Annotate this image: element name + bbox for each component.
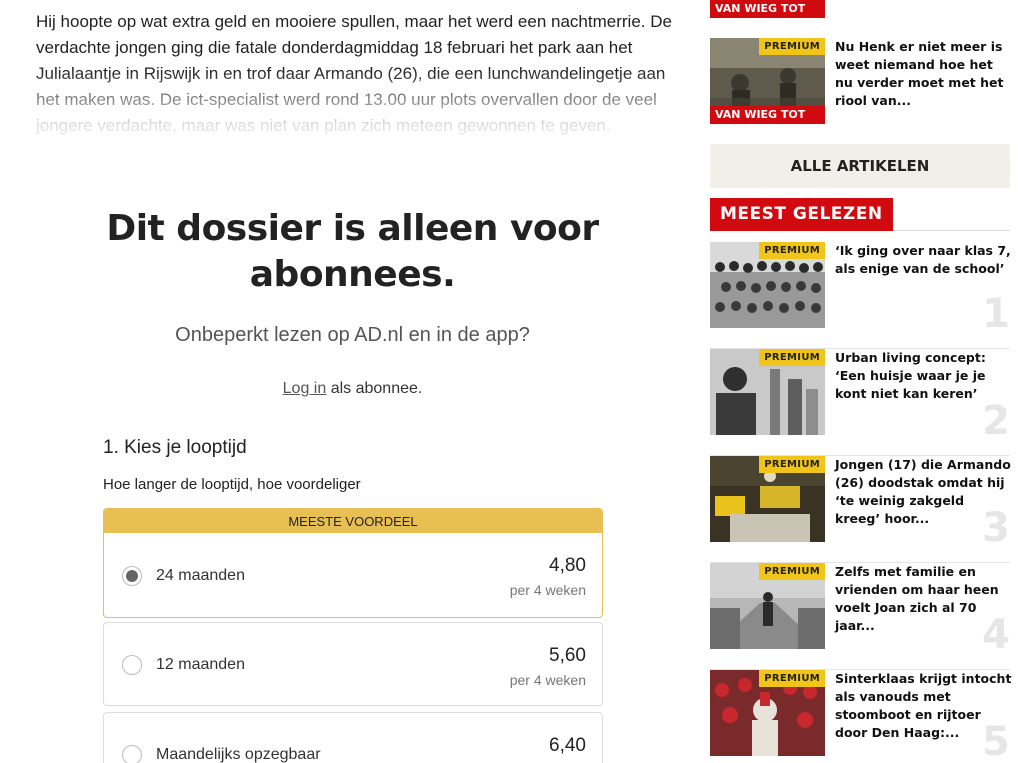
series-tag: VAN WIEG TOT GR... xyxy=(710,0,825,18)
most-read-thumb[interactable]: PREMIUM xyxy=(710,349,825,435)
article-main: Hij hoopte op wat extra geld en mooiere … xyxy=(0,0,700,763)
plan-price: 6,40 xyxy=(549,735,586,756)
plan-12-months[interactable]: 12 maanden 5,60 per 4 weken xyxy=(103,622,603,706)
plan-period: per 4 weken xyxy=(509,582,586,598)
plan-label: Maandelijks opzegbaar xyxy=(156,746,321,763)
most-read-header: MEEST GELEZEN xyxy=(710,198,1010,231)
premium-badge: PREMIUM xyxy=(759,38,825,55)
plan-label: 24 maanden xyxy=(156,567,245,584)
best-value-ribbon: MEESTE VOORDEEL xyxy=(104,509,602,533)
plan-label: 12 maanden xyxy=(156,656,245,673)
rank-number: 4 xyxy=(982,612,1010,658)
paywall-fade xyxy=(0,70,700,170)
most-read-item[interactable]: PREMIUM Urban living concept: ‘Een huisj… xyxy=(710,349,1013,456)
most-read-thumb[interactable]: PREMIUM xyxy=(710,242,825,328)
premium-badge: PREMIUM xyxy=(759,456,825,473)
login-suffix: als abonnee. xyxy=(326,380,423,397)
most-read-thumb[interactable]: PREMIUM xyxy=(710,456,825,542)
most-read-title[interactable]: Urban living concept: ‘Een huisje waar j… xyxy=(835,349,1013,403)
rank-number: 1 xyxy=(982,291,1010,337)
premium-badge: PREMIUM xyxy=(759,670,825,687)
most-read-thumb[interactable]: PREMIUM xyxy=(710,670,825,756)
login-line: Log in als abonnee. xyxy=(60,380,645,398)
most-read-item[interactable]: PREMIUM ‘Ik ging over naar klas 7, als e… xyxy=(710,242,1013,349)
plan-24-months[interactable]: MEESTE VOORDEEL 24 maanden 4,80 per 4 we… xyxy=(103,508,603,618)
plan-price: 4,80 xyxy=(549,555,586,576)
rank-number: 5 xyxy=(982,719,1010,763)
sidebar-thumb[interactable]: VAN WIEG TOT GR... xyxy=(710,0,825,18)
paywall-subtitle: Onbeperkt lezen op AD.nl en in de app? xyxy=(175,324,530,346)
most-read-thumb[interactable]: PREMIUM xyxy=(710,563,825,649)
step-description: Hoe langer de looptijd, hoe voordeliger xyxy=(103,476,361,493)
sidebar: VAN WIEG TOT GR... PREMIUM VAN WIEG TOT … xyxy=(710,0,1013,763)
most-read-item[interactable]: PREMIUM Zelfs met familie en vrienden om… xyxy=(710,563,1010,670)
plan-radio[interactable] xyxy=(122,655,142,675)
most-read-label: MEEST GELEZEN xyxy=(710,198,893,231)
premium-badge: PREMIUM xyxy=(759,349,825,366)
rank-number: 2 xyxy=(982,398,1010,444)
series-tag: VAN WIEG TOT GR... xyxy=(710,106,825,124)
plan-radio[interactable] xyxy=(122,745,142,763)
all-articles-button[interactable]: ALLE ARTIKELEN xyxy=(710,144,1010,188)
sidebar-article-title[interactable]: Nu Henk er niet meer is weet niemand hoe… xyxy=(835,38,1013,110)
paywall-title: Dit dossier is alleen voor abonnees. xyxy=(106,208,599,295)
sidebar-thumb[interactable]: PREMIUM VAN WIEG TOT GR... xyxy=(710,38,825,124)
plan-radio-selected[interactable] xyxy=(122,566,142,586)
plan-price: 5,60 xyxy=(549,645,586,666)
most-read-title[interactable]: ‘Ik ging over naar klas 7, als enige van… xyxy=(835,242,1013,278)
most-read-item[interactable]: PREMIUM Sinterklaas krijgt intocht als v… xyxy=(710,670,1011,763)
step-title: 1. Kies je looptijd xyxy=(103,437,247,458)
plan-monthly[interactable]: Maandelijks opzegbaar 6,40 xyxy=(103,712,603,763)
plan-period: per 4 weken xyxy=(509,672,586,688)
premium-badge: PREMIUM xyxy=(759,242,825,259)
premium-badge: PREMIUM xyxy=(759,563,825,580)
login-link[interactable]: Log in xyxy=(283,380,327,397)
most-read-item[interactable]: PREMIUM Jongen (17) die Armando (26) doo… xyxy=(710,456,1011,563)
rank-number: 3 xyxy=(982,505,1010,551)
